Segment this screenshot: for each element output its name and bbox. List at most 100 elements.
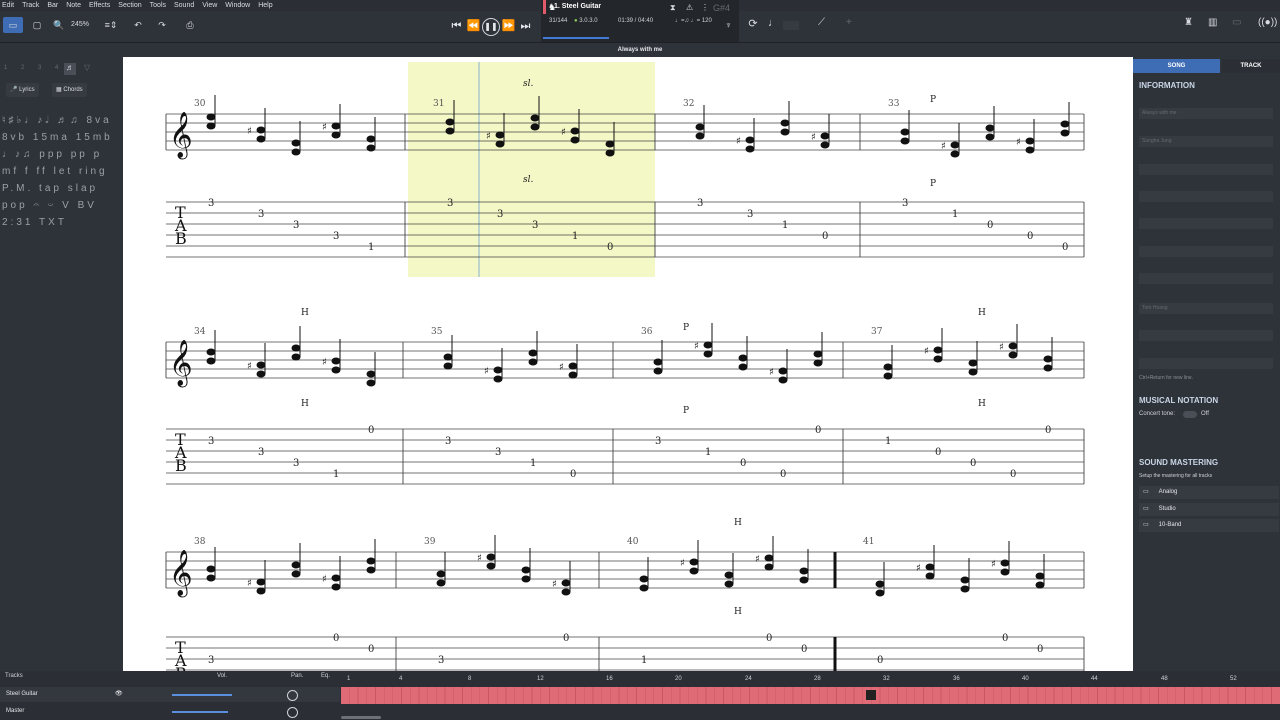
words-field[interactable]: [1139, 191, 1273, 202]
sound-mastering-heading: SOUND MASTERING: [1139, 458, 1219, 467]
instructions-field[interactable]: [1139, 330, 1273, 341]
zoom-icon[interactable]: 🔍: [53, 17, 64, 33]
previous-bar-icon[interactable]: ⏪: [465, 15, 482, 37]
tab-song[interactable]: SONG: [1133, 59, 1220, 73]
master-studio[interactable]: ▭ Studio: [1139, 503, 1279, 516]
menu-window[interactable]: Window: [225, 0, 250, 11]
sharp-sign: ♯: [1016, 137, 1021, 148]
master-volume-slider[interactable]: [172, 711, 228, 713]
tab-author-field[interactable]: [1139, 273, 1273, 284]
tuner-icon[interactable]: ⟋: [818, 17, 832, 33]
redo-icon[interactable]: ↷: [154, 17, 170, 33]
add-icon[interactable]: +: [846, 17, 856, 33]
tab-fret-number: 3: [333, 231, 339, 242]
slide-label-tab: sl.: [523, 175, 533, 185]
tuning-fork-icon[interactable]: ♆: [725, 20, 732, 30]
tab-track[interactable]: TRACK: [1222, 59, 1280, 73]
filter-icon[interactable]: ▽: [84, 63, 90, 72]
timeline-scrollbar[interactable]: [341, 716, 381, 719]
note-head: [1043, 364, 1053, 372]
print-icon[interactable]: ⎙: [182, 17, 198, 33]
last-bar-icon[interactable]: ⏭: [517, 15, 534, 37]
pause-icon[interactable]: ❚❚: [482, 18, 500, 36]
menu-section[interactable]: Section: [118, 0, 141, 11]
menu-bar[interactable]: Bar: [47, 0, 58, 11]
eq-label: Eq.: [321, 673, 331, 679]
music-field[interactable]: [1139, 218, 1273, 229]
loop-icon[interactable]: ⟳: [745, 17, 761, 33]
tab-fret-number: 3: [495, 447, 501, 458]
notation-mode-icon[interactable]: ♬: [64, 63, 76, 75]
lyrics-button[interactable]: 🎤 Lyrics: [6, 83, 39, 97]
track-name: Steel Guitar: [6, 691, 38, 697]
layout-select[interactable]: ≡⇕: [100, 17, 122, 33]
transcriber-field[interactable]: Tom Hoang: [1139, 303, 1273, 314]
master-analog[interactable]: ▭ Analog: [1139, 486, 1279, 499]
page-view-button[interactable]: ▭: [3, 17, 23, 33]
undo-icon[interactable]: ↶: [130, 17, 146, 33]
edition-palette: 1 2 3 4 ♬ ▽ 🎤 Lyrics ▦ Chords ♮♯♭♩♪𝅗𝅥 ♬♫…: [0, 57, 124, 671]
voice-selector[interactable]: 1 2 3 4: [4, 65, 64, 71]
score-view[interactable]: 𝄞 T A B 30 3 ♯ 3 3 ♯ 3 1 31 3 ♯ 3 3 ♯ 1 0 sl. sl. 32 3 ♯ 3 1 ♯ 0 33 3 ♯…: [123, 57, 1133, 671]
master-10-band[interactable]: ▭ 10-Band: [1139, 519, 1279, 532]
countdown-icon[interactable]: ⚠: [686, 3, 693, 12]
pull-label: P: [930, 95, 936, 105]
more-icon[interactable]: ⋮: [701, 3, 709, 12]
copyright-field[interactable]: [1139, 246, 1273, 257]
note-head: [820, 132, 830, 140]
speed-field[interactable]: [783, 21, 799, 30]
lcd-track-name[interactable]: 1. Steel Guitar: [554, 3, 601, 10]
artist-field[interactable]: Sungha Jung: [1139, 136, 1273, 147]
screen-view-button[interactable]: ▢: [27, 17, 47, 33]
metronome-note-icon[interactable]: ♩: [768, 17, 780, 33]
note-head: [1060, 120, 1070, 128]
pull-label: P: [683, 323, 689, 333]
notices-field[interactable]: [1139, 358, 1273, 369]
tab-fret-number: 3: [447, 198, 453, 209]
menu-sound[interactable]: Sound: [174, 0, 194, 11]
note-head: [366, 557, 376, 565]
note-head: [331, 122, 341, 130]
album-field[interactable]: [1139, 164, 1273, 175]
tab-fret-number: 3: [208, 198, 214, 209]
eye-icon[interactable]: 👁: [115, 687, 123, 702]
guitar-icon[interactable]: ♜: [1184, 17, 1198, 33]
master-pan-knob[interactable]: [287, 707, 298, 718]
sharp-sign: ♯: [991, 559, 996, 570]
note-head: [933, 346, 943, 354]
audio-icon[interactable]: ((●)): [1258, 17, 1277, 33]
zoom-select[interactable]: 245%: [66, 17, 94, 33]
menu-view[interactable]: View: [202, 0, 217, 11]
volume-slider[interactable]: [172, 694, 232, 696]
notation-symbols[interactable]: ♮♯♭♩♪𝅗𝅥 ♬♫ 8va 8vb 15ma 15mb ♩♪♫ ppp pp …: [2, 112, 120, 231]
menu-tools[interactable]: Tools: [150, 0, 166, 11]
menu-track[interactable]: Track: [22, 0, 39, 11]
menu-edit[interactable]: Edit: [2, 0, 14, 11]
menu-effects[interactable]: Effects: [89, 0, 110, 11]
chords-button[interactable]: ▦ Chords: [52, 83, 87, 97]
tab-clef-letter: B: [175, 664, 187, 671]
lcd-key: G#4: [713, 3, 731, 13]
next-bar-icon[interactable]: ⏩: [500, 15, 517, 37]
menu-note[interactable]: Note: [66, 0, 81, 11]
metronome-icon[interactable]: ⧗: [670, 3, 676, 13]
concert-tone-toggle[interactable]: [1183, 411, 1197, 418]
note-head: [445, 127, 455, 135]
track-timeline[interactable]: [341, 687, 1280, 704]
note-head: [950, 150, 960, 158]
title-field[interactable]: Always with me: [1139, 108, 1273, 119]
sharp-sign: ♯: [755, 554, 760, 565]
track-row-master[interactable]: Master: [0, 704, 340, 719]
keyboard-icon[interactable]: ▥: [1208, 17, 1222, 33]
drum-icon[interactable]: ▭: [1232, 17, 1246, 33]
note-head: [724, 571, 734, 579]
note-head: [366, 135, 376, 143]
tab-fret-number: 0: [1010, 469, 1016, 480]
tab-fret-number: 3: [532, 220, 538, 231]
pan-knob[interactable]: [287, 690, 298, 701]
track-row-steel-guitar[interactable]: Steel Guitar 👁: [0, 687, 340, 702]
first-bar-icon[interactable]: ⏮: [448, 15, 465, 37]
note-head: [1035, 572, 1045, 580]
note-head: [256, 587, 266, 595]
menu-help[interactable]: Help: [258, 0, 272, 11]
